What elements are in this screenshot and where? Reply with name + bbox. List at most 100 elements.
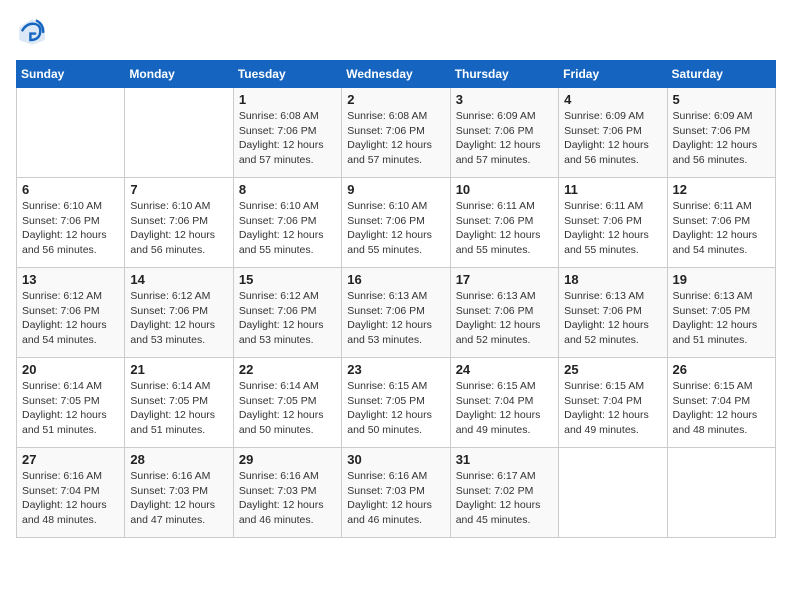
day-detail: Sunrise: 6:12 AMSunset: 7:06 PMDaylight:… bbox=[239, 290, 324, 346]
day-number: 21 bbox=[130, 362, 227, 377]
calendar-cell: 17 Sunrise: 6:13 AMSunset: 7:06 PMDaylig… bbox=[450, 268, 558, 358]
header-sunday: Sunday bbox=[17, 61, 125, 88]
day-number: 9 bbox=[347, 182, 444, 197]
day-number: 31 bbox=[456, 452, 553, 467]
day-detail: Sunrise: 6:11 AMSunset: 7:06 PMDaylight:… bbox=[673, 200, 758, 256]
day-number: 8 bbox=[239, 182, 336, 197]
day-detail: Sunrise: 6:10 AMSunset: 7:06 PMDaylight:… bbox=[130, 200, 215, 256]
week-row-1: 1 Sunrise: 6:08 AMSunset: 7:06 PMDayligh… bbox=[17, 88, 776, 178]
day-number: 29 bbox=[239, 452, 336, 467]
day-number: 7 bbox=[130, 182, 227, 197]
day-number: 20 bbox=[22, 362, 119, 377]
calendar-cell: 18 Sunrise: 6:13 AMSunset: 7:06 PMDaylig… bbox=[559, 268, 667, 358]
day-number: 19 bbox=[673, 272, 770, 287]
calendar-cell: 23 Sunrise: 6:15 AMSunset: 7:05 PMDaylig… bbox=[342, 358, 450, 448]
calendar-cell: 3 Sunrise: 6:09 AMSunset: 7:06 PMDayligh… bbox=[450, 88, 558, 178]
day-detail: Sunrise: 6:16 AMSunset: 7:03 PMDaylight:… bbox=[347, 470, 432, 526]
general-blue-logo-icon bbox=[16, 16, 48, 48]
day-detail: Sunrise: 6:14 AMSunset: 7:05 PMDaylight:… bbox=[239, 380, 324, 436]
day-number: 12 bbox=[673, 182, 770, 197]
day-number: 3 bbox=[456, 92, 553, 107]
day-detail: Sunrise: 6:15 AMSunset: 7:04 PMDaylight:… bbox=[564, 380, 649, 436]
header-saturday: Saturday bbox=[667, 61, 775, 88]
day-detail: Sunrise: 6:16 AMSunset: 7:04 PMDaylight:… bbox=[22, 470, 107, 526]
calendar-cell: 25 Sunrise: 6:15 AMSunset: 7:04 PMDaylig… bbox=[559, 358, 667, 448]
day-number: 2 bbox=[347, 92, 444, 107]
day-detail: Sunrise: 6:11 AMSunset: 7:06 PMDaylight:… bbox=[564, 200, 649, 256]
day-detail: Sunrise: 6:10 AMSunset: 7:06 PMDaylight:… bbox=[22, 200, 107, 256]
logo bbox=[16, 16, 54, 48]
calendar-cell: 21 Sunrise: 6:14 AMSunset: 7:05 PMDaylig… bbox=[125, 358, 233, 448]
day-detail: Sunrise: 6:09 AMSunset: 7:06 PMDaylight:… bbox=[564, 110, 649, 166]
week-row-3: 13 Sunrise: 6:12 AMSunset: 7:06 PMDaylig… bbox=[17, 268, 776, 358]
week-row-4: 20 Sunrise: 6:14 AMSunset: 7:05 PMDaylig… bbox=[17, 358, 776, 448]
calendar-cell bbox=[17, 88, 125, 178]
day-number: 1 bbox=[239, 92, 336, 107]
day-detail: Sunrise: 6:15 AMSunset: 7:04 PMDaylight:… bbox=[456, 380, 541, 436]
week-row-2: 6 Sunrise: 6:10 AMSunset: 7:06 PMDayligh… bbox=[17, 178, 776, 268]
calendar-cell: 22 Sunrise: 6:14 AMSunset: 7:05 PMDaylig… bbox=[233, 358, 341, 448]
day-detail: Sunrise: 6:10 AMSunset: 7:06 PMDaylight:… bbox=[239, 200, 324, 256]
day-number: 15 bbox=[239, 272, 336, 287]
calendar-cell bbox=[667, 448, 775, 538]
day-number: 14 bbox=[130, 272, 227, 287]
day-detail: Sunrise: 6:17 AMSunset: 7:02 PMDaylight:… bbox=[456, 470, 541, 526]
page-header bbox=[16, 16, 776, 48]
calendar-cell: 27 Sunrise: 6:16 AMSunset: 7:04 PMDaylig… bbox=[17, 448, 125, 538]
day-detail: Sunrise: 6:11 AMSunset: 7:06 PMDaylight:… bbox=[456, 200, 541, 256]
calendar-table: SundayMondayTuesdayWednesdayThursdayFrid… bbox=[16, 60, 776, 538]
calendar-cell: 15 Sunrise: 6:12 AMSunset: 7:06 PMDaylig… bbox=[233, 268, 341, 358]
day-number: 28 bbox=[130, 452, 227, 467]
header-monday: Monday bbox=[125, 61, 233, 88]
calendar-cell: 10 Sunrise: 6:11 AMSunset: 7:06 PMDaylig… bbox=[450, 178, 558, 268]
day-number: 30 bbox=[347, 452, 444, 467]
day-detail: Sunrise: 6:15 AMSunset: 7:05 PMDaylight:… bbox=[347, 380, 432, 436]
day-detail: Sunrise: 6:13 AMSunset: 7:06 PMDaylight:… bbox=[456, 290, 541, 346]
calendar-cell: 12 Sunrise: 6:11 AMSunset: 7:06 PMDaylig… bbox=[667, 178, 775, 268]
day-number: 26 bbox=[673, 362, 770, 377]
day-number: 13 bbox=[22, 272, 119, 287]
calendar-cell: 6 Sunrise: 6:10 AMSunset: 7:06 PMDayligh… bbox=[17, 178, 125, 268]
header-thursday: Thursday bbox=[450, 61, 558, 88]
calendar-cell: 5 Sunrise: 6:09 AMSunset: 7:06 PMDayligh… bbox=[667, 88, 775, 178]
calendar-cell: 11 Sunrise: 6:11 AMSunset: 7:06 PMDaylig… bbox=[559, 178, 667, 268]
day-detail: Sunrise: 6:16 AMSunset: 7:03 PMDaylight:… bbox=[239, 470, 324, 526]
calendar-cell: 24 Sunrise: 6:15 AMSunset: 7:04 PMDaylig… bbox=[450, 358, 558, 448]
day-number: 4 bbox=[564, 92, 661, 107]
calendar-cell: 9 Sunrise: 6:10 AMSunset: 7:06 PMDayligh… bbox=[342, 178, 450, 268]
calendar-cell: 16 Sunrise: 6:13 AMSunset: 7:06 PMDaylig… bbox=[342, 268, 450, 358]
day-detail: Sunrise: 6:15 AMSunset: 7:04 PMDaylight:… bbox=[673, 380, 758, 436]
calendar-cell: 29 Sunrise: 6:16 AMSunset: 7:03 PMDaylig… bbox=[233, 448, 341, 538]
day-detail: Sunrise: 6:09 AMSunset: 7:06 PMDaylight:… bbox=[673, 110, 758, 166]
calendar-cell: 30 Sunrise: 6:16 AMSunset: 7:03 PMDaylig… bbox=[342, 448, 450, 538]
day-number: 22 bbox=[239, 362, 336, 377]
calendar-cell: 2 Sunrise: 6:08 AMSunset: 7:06 PMDayligh… bbox=[342, 88, 450, 178]
calendar-cell bbox=[125, 88, 233, 178]
header-tuesday: Tuesday bbox=[233, 61, 341, 88]
day-detail: Sunrise: 6:08 AMSunset: 7:06 PMDaylight:… bbox=[347, 110, 432, 166]
calendar-cell: 14 Sunrise: 6:12 AMSunset: 7:06 PMDaylig… bbox=[125, 268, 233, 358]
day-number: 6 bbox=[22, 182, 119, 197]
day-number: 17 bbox=[456, 272, 553, 287]
calendar-cell: 28 Sunrise: 6:16 AMSunset: 7:03 PMDaylig… bbox=[125, 448, 233, 538]
day-number: 18 bbox=[564, 272, 661, 287]
calendar-cell: 31 Sunrise: 6:17 AMSunset: 7:02 PMDaylig… bbox=[450, 448, 558, 538]
day-number: 25 bbox=[564, 362, 661, 377]
day-number: 27 bbox=[22, 452, 119, 467]
day-number: 5 bbox=[673, 92, 770, 107]
day-detail: Sunrise: 6:14 AMSunset: 7:05 PMDaylight:… bbox=[130, 380, 215, 436]
day-number: 16 bbox=[347, 272, 444, 287]
day-detail: Sunrise: 6:12 AMSunset: 7:06 PMDaylight:… bbox=[130, 290, 215, 346]
day-number: 24 bbox=[456, 362, 553, 377]
calendar-cell: 20 Sunrise: 6:14 AMSunset: 7:05 PMDaylig… bbox=[17, 358, 125, 448]
calendar-cell: 26 Sunrise: 6:15 AMSunset: 7:04 PMDaylig… bbox=[667, 358, 775, 448]
calendar-cell: 13 Sunrise: 6:12 AMSunset: 7:06 PMDaylig… bbox=[17, 268, 125, 358]
day-detail: Sunrise: 6:16 AMSunset: 7:03 PMDaylight:… bbox=[130, 470, 215, 526]
day-detail: Sunrise: 6:14 AMSunset: 7:05 PMDaylight:… bbox=[22, 380, 107, 436]
day-detail: Sunrise: 6:09 AMSunset: 7:06 PMDaylight:… bbox=[456, 110, 541, 166]
day-detail: Sunrise: 6:13 AMSunset: 7:06 PMDaylight:… bbox=[347, 290, 432, 346]
week-row-5: 27 Sunrise: 6:16 AMSunset: 7:04 PMDaylig… bbox=[17, 448, 776, 538]
day-detail: Sunrise: 6:13 AMSunset: 7:05 PMDaylight:… bbox=[673, 290, 758, 346]
day-number: 23 bbox=[347, 362, 444, 377]
day-detail: Sunrise: 6:13 AMSunset: 7:06 PMDaylight:… bbox=[564, 290, 649, 346]
